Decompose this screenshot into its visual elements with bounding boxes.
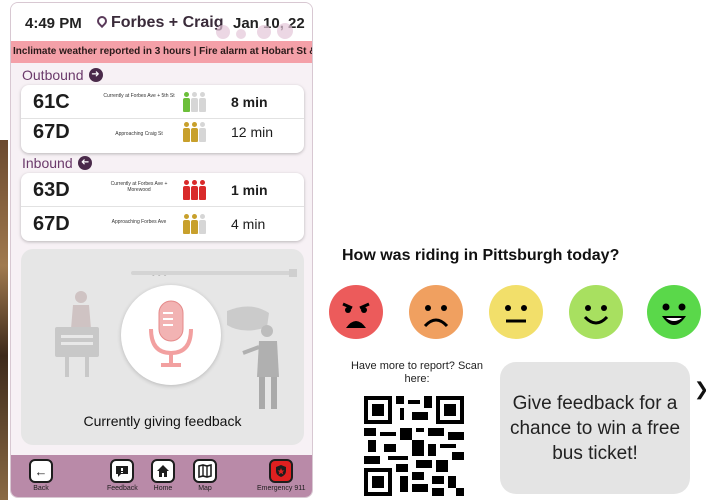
outbound-label: Outbound (22, 67, 84, 83)
qr-code[interactable] (363, 396, 465, 496)
transit-app-screen: 4:49 PM Forbes + Craig Jan 10, 22 Inclim… (10, 2, 313, 498)
person-icon (199, 122, 206, 142)
person-icon (191, 214, 198, 234)
route-row[interactable]: 67D Approaching Craig St 12 min (21, 119, 304, 153)
route-status: Currently at Forbes Ave + Morewood (110, 181, 168, 193)
record-voice-button[interactable] (121, 285, 221, 385)
nav-home[interactable]: Home (151, 459, 175, 492)
bottom-nav: ← Back Feedback Home Map Emergency 911 (11, 455, 312, 497)
screen: 4:49 PM Forbes + Craig Jan 10, 22 Inclim… (0, 0, 706, 500)
decorative-circle (257, 25, 271, 39)
alert-ticker[interactable]: Inclimate weather reported in 3 hours | … (11, 41, 312, 63)
speech-bubble-icon (110, 459, 135, 483)
crowd-level-indicator (183, 180, 206, 200)
decorative-circle (277, 23, 293, 39)
report-prompt: Have more to report? Scan here: (350, 360, 484, 385)
inbound-label: Inbound (22, 155, 73, 171)
location-pin-icon (94, 13, 110, 29)
status-bar: 4:49 PM Forbes + Craig Jan 10, 22 (11, 3, 312, 41)
current-location[interactable]: Forbes + Craig (94, 13, 224, 32)
nav-map[interactable]: Map (193, 459, 217, 492)
crowd-level-indicator (183, 122, 206, 142)
person-icon (183, 214, 190, 234)
route-eta: 1 min (231, 182, 268, 198)
background-photo-edge (0, 140, 8, 500)
neutral-face-icon[interactable] (488, 284, 544, 340)
nav-label: Feedback (107, 485, 138, 492)
nav-back[interactable]: ← Back (29, 459, 53, 492)
map-icon (193, 459, 217, 483)
route-eta: 8 min (231, 94, 268, 110)
crowd-level-indicator (183, 214, 206, 234)
microphone-icon (149, 300, 193, 367)
decorative-circle (236, 29, 246, 39)
feedback-cta-text: Give feedback for a chance to win a free… (509, 392, 681, 464)
person-icon (183, 122, 190, 142)
voice-feedback-panel: ••• (21, 249, 304, 445)
route-row[interactable]: 61C Currently at Forbes Ave + 5th St 8 m… (21, 85, 304, 119)
nav-label: Back (33, 485, 49, 492)
person-icon (191, 122, 198, 142)
next-chevron-icon[interactable]: ❯ (694, 380, 706, 398)
route-eta: 12 min (231, 124, 274, 140)
route-row[interactable]: 63D Currently at Forbes Ave + Morewood 1… (21, 173, 304, 207)
route-status: Approaching Craig St (115, 131, 163, 137)
outbound-header: Outbound ➜ (22, 67, 103, 83)
person-icon (183, 180, 190, 200)
back-arrow-icon: ← (29, 459, 53, 483)
status-time: 4:49 PM (25, 15, 82, 32)
route-number: 61C (33, 91, 70, 113)
inbound-routes-card: 63D Currently at Forbes Ave + Morewood 1… (21, 173, 304, 241)
feedback-status-label: Currently giving feedback (83, 413, 242, 429)
emergency-shield-icon (269, 459, 294, 483)
person-icon (191, 180, 198, 200)
person-icon (183, 92, 190, 112)
arrow-right-icon: ➜ (88, 68, 103, 82)
nav-label: Map (198, 485, 212, 492)
route-status: Currently at Forbes Ave + 5th St (103, 93, 175, 99)
home-icon (151, 459, 175, 483)
location-label: Forbes + Craig (111, 14, 224, 31)
route-number: 67D (33, 213, 70, 235)
person-icon (191, 92, 198, 112)
outbound-routes-card: 61C Currently at Forbes Ave + 5th St 8 m… (21, 85, 304, 153)
person-icon (199, 214, 206, 234)
inbound-header: Inbound ➜ (22, 155, 92, 171)
nav-feedback[interactable]: Feedback (107, 459, 138, 492)
arrow-left-icon: ➜ (77, 156, 92, 170)
very-good-face-icon[interactable] (646, 284, 702, 340)
route-number: 63D (33, 179, 70, 201)
nav-label: Emergency 911 (257, 485, 306, 492)
decorative-circle (216, 25, 230, 39)
route-row[interactable]: 67D Approaching Forbes Ave 4 min (21, 207, 304, 241)
person-icon (199, 180, 206, 200)
route-number: 67D (33, 121, 70, 143)
person-icon (199, 92, 206, 112)
survey-question: How was riding in Pittsburgh today? (342, 247, 620, 264)
nav-label: Home (153, 485, 173, 492)
very-bad-face-icon[interactable] (328, 284, 384, 340)
feedback-cta-card[interactable]: Give feedback for a chance to win a free… (500, 362, 690, 494)
route-status: Approaching Forbes Ave (111, 219, 167, 225)
route-eta: 4 min (231, 216, 266, 232)
good-face-icon[interactable] (568, 284, 624, 340)
crowd-level-indicator (183, 92, 206, 112)
nav-emergency[interactable]: Emergency 911 (257, 459, 306, 492)
bad-face-icon[interactable] (408, 284, 464, 340)
